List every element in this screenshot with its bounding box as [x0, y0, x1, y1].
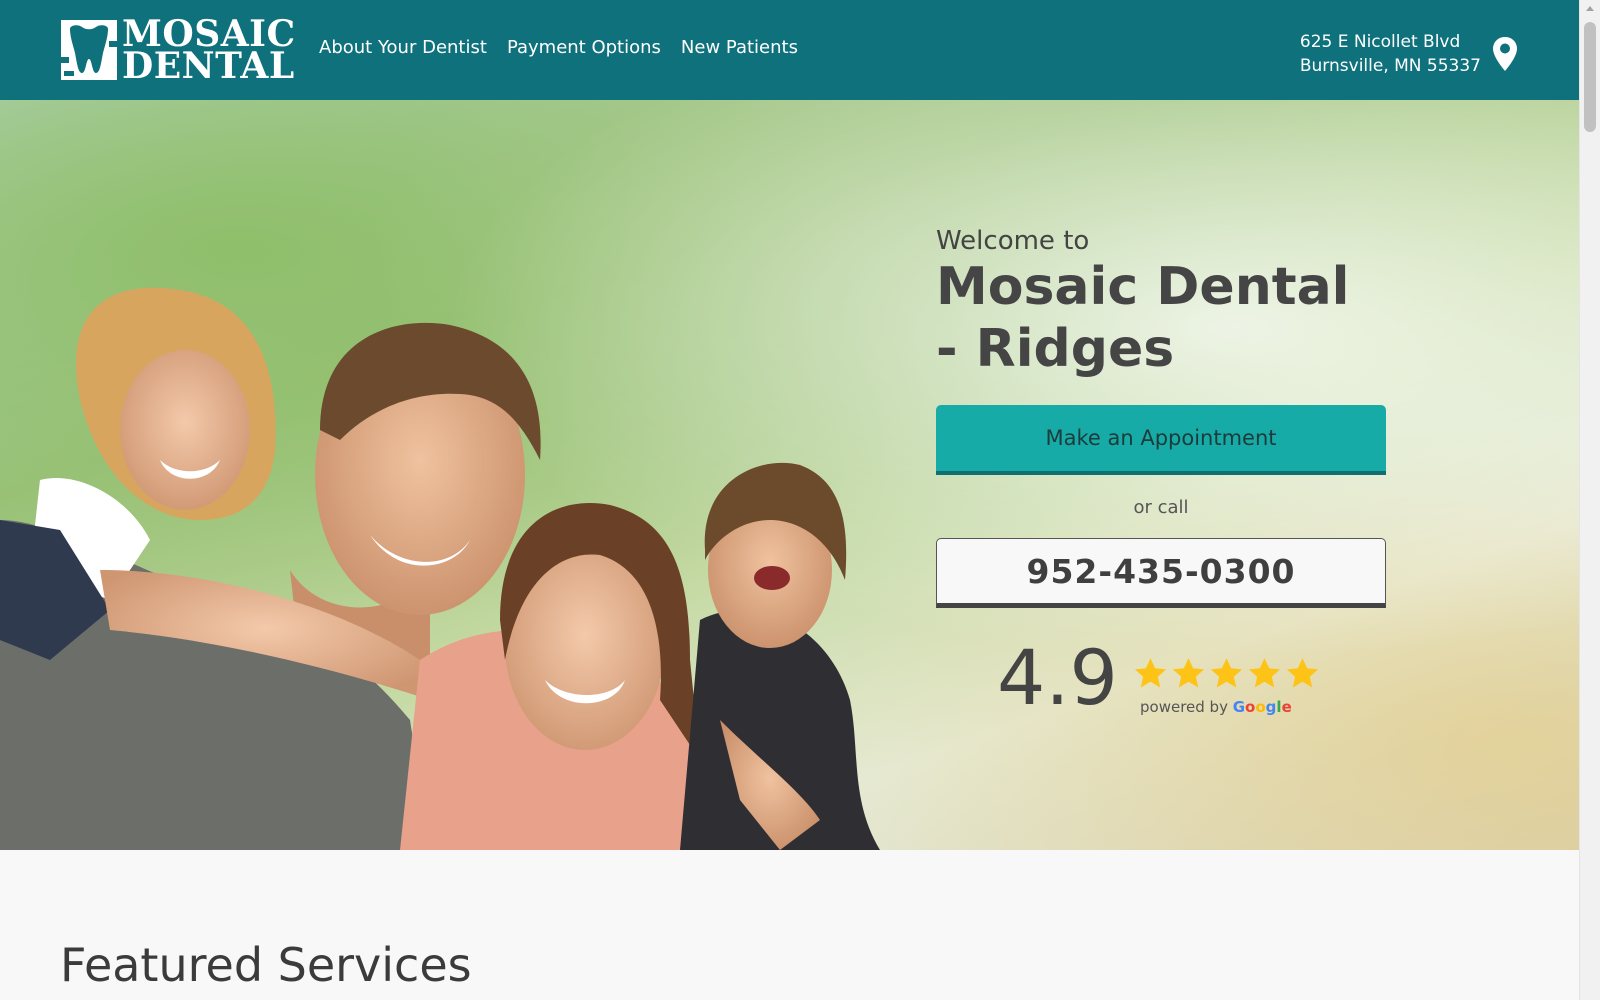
main-nav: About Your Dentist Payment Options New P… — [319, 37, 798, 58]
page: MOSAIC DENTAL About Your Dentist Payment… — [0, 0, 1600, 1000]
star-icon — [1210, 658, 1243, 688]
address-line-2: Burnsville, MN 55337 — [1299, 56, 1481, 76]
welcome-text: Welcome to — [936, 226, 1090, 256]
vertical-scrollbar[interactable] — [1579, 0, 1600, 1000]
nav-about-your-dentist[interactable]: About Your Dentist — [319, 37, 487, 58]
site-header: MOSAIC DENTAL About Your Dentist Payment… — [0, 0, 1579, 100]
scroll-up-arrow-icon[interactable] — [1586, 6, 1594, 11]
map-pin-icon[interactable] — [1491, 36, 1519, 72]
star-icon — [1286, 658, 1319, 688]
family-photo — [0, 287, 880, 850]
star-icon — [1172, 658, 1205, 688]
practice-name: Mosaic Dental - Ridges — [936, 257, 1350, 379]
logo-line-2: DENTAL — [122, 45, 295, 87]
make-appointment-button[interactable]: Make an Appointment — [936, 405, 1386, 475]
hero-section: Welcome to Mosaic Dental - Ridges Make a… — [0, 100, 1579, 850]
or-call-text: or call — [1133, 497, 1189, 518]
tooth-logo-icon — [61, 20, 117, 80]
phone-number-button[interactable]: 952-435-0300 — [936, 538, 1386, 608]
google-rating[interactable]: 4.9 powered by Google — [936, 638, 1386, 728]
featured-services-heading: Featured Services — [60, 938, 472, 992]
powered-by-google: powered by Google — [1140, 698, 1292, 716]
site-logo[interactable]: MOSAIC DENTAL — [60, 16, 296, 87]
star-icon — [1248, 658, 1281, 688]
nav-new-patients[interactable]: New Patients — [681, 37, 798, 58]
rating-stars — [1132, 656, 1321, 692]
star-icon — [1134, 658, 1167, 688]
google-wordmark: Google — [1232, 698, 1292, 716]
powered-by-text: powered by — [1140, 698, 1228, 716]
hero-content: Welcome to Mosaic Dental - Ridges Make a… — [936, 226, 1386, 728]
nav-payment-options[interactable]: Payment Options — [507, 37, 661, 58]
rating-score: 4.9 — [997, 633, 1118, 722]
logo-text: MOSAIC DENTAL — [122, 16, 296, 87]
practice-address[interactable]: 625 E Nicollet Blvd Burnsville, MN 55337 — [1300, 30, 1481, 78]
address-line-1: 625 E Nicollet Blvd — [1299, 32, 1461, 52]
scrollbar-thumb[interactable] — [1584, 22, 1596, 132]
